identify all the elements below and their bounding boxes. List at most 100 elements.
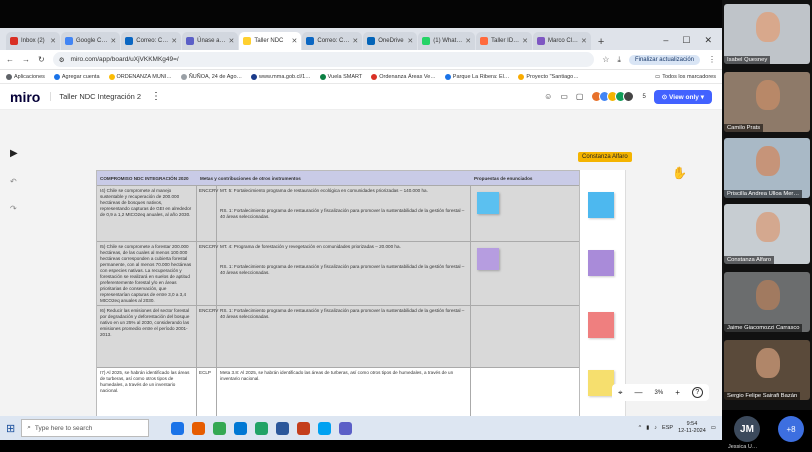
browser-tab[interactable]: Google C… ✕ — [61, 32, 121, 50]
sticky-note[interactable] — [477, 248, 499, 270]
browser-tab[interactable]: Únase a… ✕ — [182, 32, 239, 50]
miro-canvas[interactable]: ▶ ↶ ↷ Constanza Alfaro ✋ COMPROMISO NDC … — [0, 110, 722, 440]
browser-tab[interactable]: Correo: C… ✕ — [121, 32, 182, 50]
taskbar-app-icon[interactable] — [297, 421, 311, 435]
taskbar-app-icon[interactable] — [339, 421, 353, 435]
cursor-select-icon[interactable]: ▶ — [10, 148, 18, 159]
bookmark-item[interactable]: Ordenanza Áreas Ve… — [371, 73, 436, 80]
taskbar-app-icon[interactable] — [255, 421, 269, 435]
taskbar-app-icon[interactable] — [192, 421, 206, 435]
zoom-in-button[interactable]: + — [675, 388, 680, 397]
volume-icon[interactable]: ♪ — [654, 425, 657, 431]
sticky-note[interactable] — [588, 192, 614, 218]
bookmark-item[interactable]: Agregar cuenta — [53, 73, 100, 80]
propuestas-cell[interactable] — [471, 242, 579, 305]
notifications-icon[interactable]: ▭ — [711, 425, 716, 431]
self-avatar[interactable]: JM — [734, 416, 760, 442]
browser-tab[interactable]: Taller ID… ✕ — [476, 32, 533, 50]
sticky-note[interactable] — [588, 250, 614, 276]
network-icon[interactable]: ▮ — [646, 425, 649, 431]
participant-video-tile[interactable]: Sergio Felipe Sairafi Bazán — [724, 340, 810, 400]
tab-close-icon[interactable]: ✕ — [352, 37, 358, 45]
bookmark-item[interactable]: www.mma.gob.cl/1… — [251, 73, 311, 80]
browser-tab[interactable]: OneDrive ✕ — [363, 32, 418, 50]
bookmark-item[interactable]: Aplicaciones — [6, 73, 45, 80]
tab-close-icon[interactable]: ✕ — [291, 37, 297, 45]
collaborator-avatars[interactable] — [591, 91, 635, 102]
finish-update-button[interactable]: Finalizar actualización — [628, 54, 700, 65]
propuestas-cell[interactable] — [471, 306, 579, 367]
bookmark-item[interactable]: Vuela SMART — [319, 73, 362, 80]
close-window-button[interactable]: ✕ — [704, 35, 712, 46]
board-menu-icon[interactable]: ⋮ — [151, 91, 161, 102]
bookmark-item[interactable]: Proyecto "Santiago… — [518, 73, 579, 80]
browser-menu-icon[interactable]: ⋮ — [708, 55, 716, 64]
view-only-button[interactable]: ⊙ View only ▾ — [653, 89, 712, 104]
tab-close-icon[interactable]: ✕ — [581, 37, 587, 45]
new-tab-button[interactable]: + — [592, 36, 610, 50]
zoom-level[interactable]: 3% — [655, 390, 664, 396]
bookmark-item[interactable]: ÑUÑOA, 24 de Ago… — [180, 73, 242, 80]
table-row[interactable]: I4) Chile se compromete al manejo susten… — [97, 185, 579, 241]
undo-icon[interactable]: ↶ — [10, 177, 18, 186]
browser-tab[interactable]: Taller NDC ✕ — [239, 32, 302, 50]
participant-video-tile[interactable]: Isabel Quesney — [724, 4, 810, 64]
table-row[interactable]: I5) Chile se compromete a forestar 200.0… — [97, 241, 579, 305]
table-row[interactable]: I7) Al 2025, se habrán identificado las … — [97, 367, 579, 421]
sticky-note[interactable] — [477, 192, 499, 214]
language-indicator[interactable]: ESP — [662, 425, 673, 431]
site-info-icon[interactable]: ⚙ — [59, 56, 65, 64]
propuestas-cell[interactable] — [471, 368, 579, 421]
browser-tab[interactable]: Inbox (2) ✕ — [6, 32, 60, 50]
comments-icon[interactable]: ▭ — [560, 92, 568, 101]
ndc-table[interactable]: COMPROMISO NDC INTEGRACIÓN 2020 Metas y … — [96, 170, 580, 440]
participant-video-tile[interactable]: Jaime Giacomozzi Carrasco — [724, 272, 810, 332]
all-bookmarks-button[interactable]: ▭ Todos los marcadores — [655, 74, 716, 80]
taskbar-app-icon[interactable] — [318, 421, 332, 435]
tab-close-icon[interactable]: ✕ — [50, 37, 56, 45]
table-row[interactable]: I6) Reducir las emisiones del sector for… — [97, 305, 579, 367]
help-icon[interactable]: ? — [691, 387, 703, 398]
tab-close-icon[interactable]: ✕ — [228, 37, 234, 45]
miro-logo[interactable]: miro — [10, 89, 40, 105]
browser-tab[interactable]: Correo: C… ✕ — [302, 32, 363, 50]
windows-start-icon[interactable]: ⊞ — [6, 422, 15, 435]
taskbar-app-icon[interactable] — [171, 421, 185, 435]
taskbar-app-icon[interactable] — [213, 421, 227, 435]
taskbar-app-icon[interactable] — [234, 421, 248, 435]
address-input[interactable]: ⚙ miro.com/app/board/uXjVKKMKg49=/ — [52, 52, 595, 67]
tab-close-icon[interactable]: ✕ — [522, 37, 528, 45]
maximize-button[interactable]: ☐ — [682, 35, 690, 46]
participant-video-tile[interactable]: Constanza Alfaro — [724, 204, 810, 264]
tray-arrow-icon[interactable]: ^ — [639, 425, 642, 431]
tab-close-icon[interactable]: ✕ — [407, 37, 413, 45]
collaborator-avatar[interactable] — [623, 91, 635, 102]
propuestas-cell[interactable] — [471, 186, 579, 241]
taskbar-clock[interactable]: 9:54 12-11-2024 — [678, 421, 706, 434]
browser-tab[interactable]: (1) What… ✕ — [418, 32, 476, 50]
bookmark-item[interactable]: ORDENANZA MUNI… — [108, 73, 172, 80]
redo-icon[interactable]: ↷ — [10, 204, 18, 213]
participant-video-tile[interactable]: Camilo Prats — [724, 72, 810, 132]
sticky-note[interactable] — [588, 312, 614, 338]
download-icon[interactable]: ⤓ — [617, 55, 621, 65]
tab-close-icon[interactable]: ✕ — [171, 37, 177, 45]
video-icon[interactable]: ▢ — [576, 92, 584, 101]
board-name[interactable]: Taller NDC Integración 2 — [50, 92, 141, 101]
zoom-out-button[interactable]: — — [635, 388, 643, 397]
extensions-icon[interactable]: ☆ — [602, 55, 609, 64]
tab-close-icon[interactable]: ✕ — [465, 37, 471, 45]
minimize-button[interactable]: – — [663, 35, 668, 46]
taskbar-search[interactable]: ⌕ Type here to search — [21, 419, 150, 437]
forward-icon[interactable]: → — [22, 55, 30, 64]
fit-screen-icon[interactable]: ⌖ — [618, 388, 623, 398]
bookmark-item[interactable]: Parque La Ribera: El… — [444, 73, 509, 80]
tab-close-icon[interactable]: ✕ — [110, 37, 116, 45]
back-icon[interactable]: ← — [6, 55, 14, 64]
participant-video-tile[interactable]: Priscilla Andrea Ulloa Mer… — [724, 138, 810, 198]
sticky-note[interactable] — [588, 370, 614, 396]
browser-tab[interactable]: Marco Cl… ✕ — [533, 32, 591, 50]
more-participants-button[interactable]: +8 — [778, 416, 804, 442]
reactions-icon[interactable]: ☺ — [544, 92, 552, 101]
taskbar-app-icon[interactable] — [276, 421, 290, 435]
